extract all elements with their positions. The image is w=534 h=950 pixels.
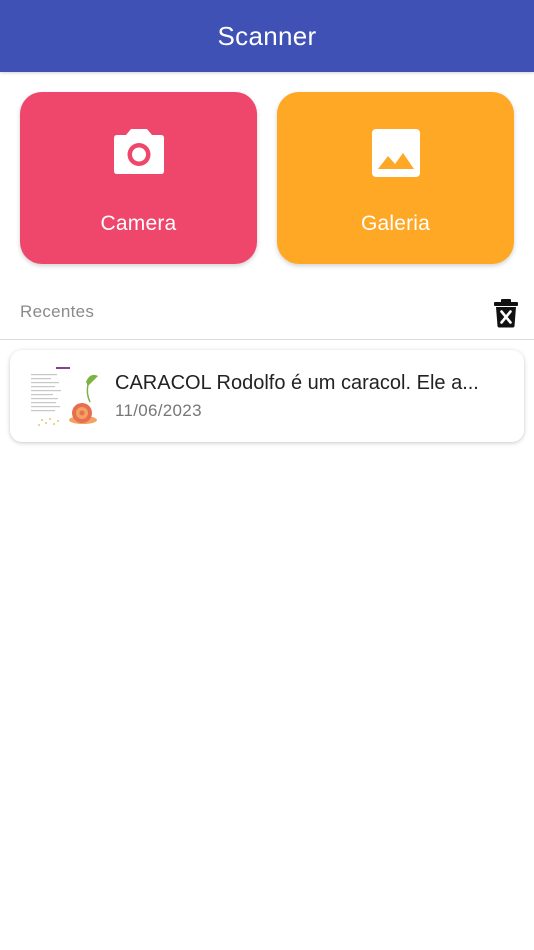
camera-button[interactable]: Camera bbox=[20, 92, 257, 264]
recent-item-date: 11/06/2023 bbox=[115, 401, 202, 420]
clear-recent-button[interactable] bbox=[493, 298, 519, 328]
document-thumbnail bbox=[28, 364, 106, 430]
recent-item-title: CARACOL Rodolfo é um caracol. Ele a... bbox=[115, 372, 479, 394]
recent-item[interactable]: CARACOL Rodolfo é um caracol. Ele a... 1… bbox=[10, 350, 524, 442]
action-tiles: Camera Galeria bbox=[20, 92, 514, 264]
image-icon bbox=[371, 129, 420, 177]
delete-forever-icon bbox=[494, 299, 518, 328]
app-bar: Scanner bbox=[0, 0, 534, 72]
recent-header: Recentes bbox=[0, 292, 534, 340]
gallery-label: Galeria bbox=[360, 212, 431, 235]
app-title: Scanner bbox=[217, 20, 317, 51]
camera-label: Camera bbox=[100, 212, 177, 235]
camera-icon bbox=[113, 129, 164, 174]
gallery-button[interactable]: Galeria bbox=[277, 92, 514, 264]
recent-title: Recentes bbox=[20, 302, 95, 321]
